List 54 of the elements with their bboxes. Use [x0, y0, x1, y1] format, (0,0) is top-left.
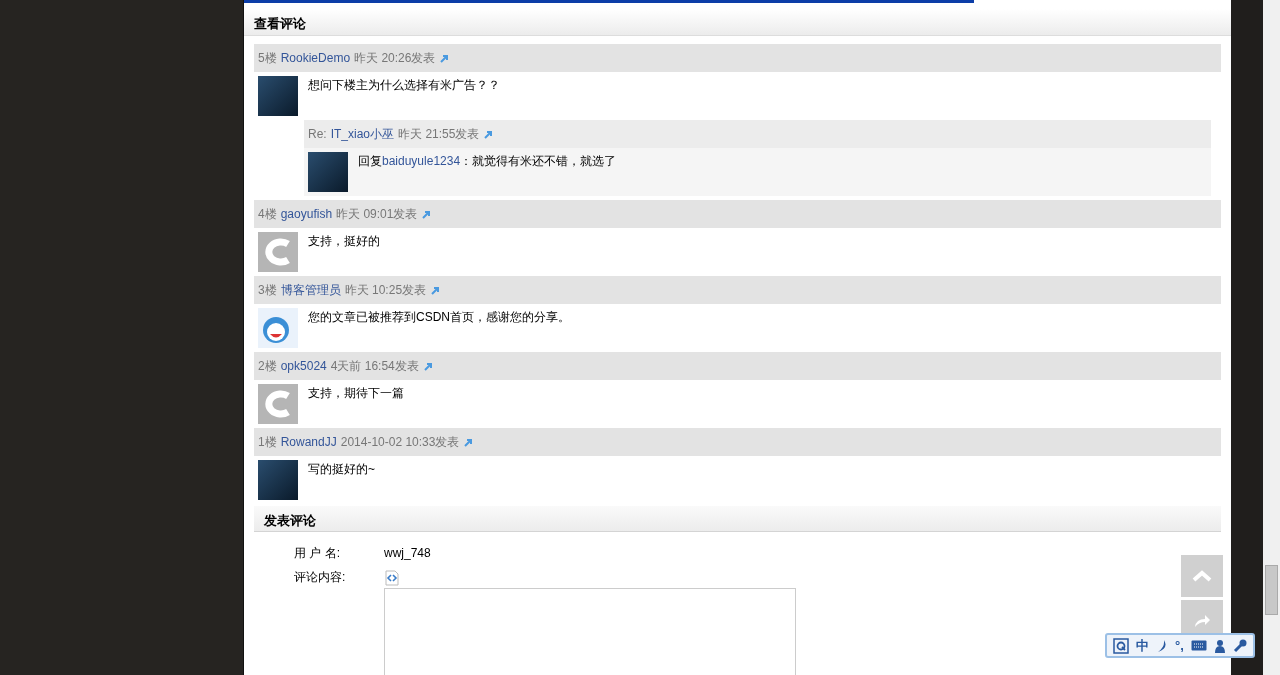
avatar-logo [258, 232, 298, 272]
field-label: 评论内容: [294, 569, 347, 586]
username-link[interactable]: opk5024 [280, 357, 327, 375]
avatar-photo [308, 152, 348, 192]
post-time: 4天前 16:54发表 [330, 358, 419, 375]
avatar-logo [258, 384, 298, 424]
comment-text: 想问下楼主为什么选择有米广告？？ [308, 77, 500, 94]
section-title: 发表评论 [254, 506, 1221, 532]
share-button[interactable] [1181, 600, 1223, 633]
reply-arrow-icon[interactable] [421, 208, 433, 220]
comment-text: 写的挺好的~ [308, 461, 375, 478]
post-time: 昨天 10:25发表 [344, 282, 427, 299]
comment-text: 您的文章已被推荐到CSDN首页，感谢您的分享。 [308, 309, 570, 326]
keyboard-icon[interactable] [1190, 640, 1207, 651]
floor-number: 1楼 [258, 434, 277, 451]
floor-number: 5楼 [258, 50, 277, 67]
reply-arrow-icon[interactable] [463, 436, 475, 448]
share-arrow-icon [1193, 614, 1211, 628]
reply-arrow-icon[interactable] [483, 128, 495, 140]
username-link[interactable]: gaoyufish [280, 205, 333, 223]
scrollbar[interactable] [1263, 0, 1280, 675]
username-link[interactable]: 博客管理员 [280, 281, 341, 299]
ime-toggle[interactable]: 中 [1136, 635, 1149, 656]
comment-text: 支持，挺好的 [308, 233, 380, 250]
post-time: 昨天 20:26发表 [354, 50, 436, 67]
floor-number: 4楼 [258, 206, 277, 223]
scrollbar-thumb[interactable] [1265, 565, 1278, 615]
reply-arrow-icon[interactable] [430, 284, 442, 296]
floor-number: 3楼 [258, 282, 277, 299]
reply-arrow-icon[interactable] [439, 52, 451, 64]
username-link[interactable]: RowandJJ [280, 433, 337, 451]
post-time: 昨天 21:55发表 [398, 126, 480, 143]
username-link[interactable]: IT_xiao小巫 [330, 125, 395, 143]
username-value: wwj_748 [384, 545, 432, 562]
wrench-icon[interactable] [1232, 638, 1247, 653]
q-logo-icon[interactable] [1113, 637, 1129, 654]
chevron-up-icon [1192, 570, 1212, 582]
mention-link[interactable]: baiduyule1234 [382, 154, 461, 168]
comment-text: 支持，期待下一篇 [308, 385, 404, 402]
ime-toggle[interactable]: °, [1175, 635, 1184, 656]
reply-text: 回复baiduyule1234：就觉得有米还不错，就选了 [358, 153, 617, 170]
post-time: 2014-10-02 10:33发表 [340, 434, 460, 451]
post-time: 昨天 09:01发表 [336, 206, 418, 223]
person-icon[interactable] [1213, 638, 1226, 653]
reply-prefix: Re: [308, 126, 327, 143]
floor-number: 2楼 [258, 358, 277, 375]
avatar-photo [258, 460, 298, 500]
code-insert-icon[interactable] [384, 569, 400, 586]
field-label: 用 户 名: [294, 545, 341, 562]
scroll-top-button[interactable] [1181, 555, 1223, 597]
avatar-cartoon [258, 308, 298, 348]
reply-arrow-icon[interactable] [422, 360, 434, 372]
username-link[interactable]: RookieDemo [280, 49, 351, 67]
avatar-photo [258, 76, 298, 116]
